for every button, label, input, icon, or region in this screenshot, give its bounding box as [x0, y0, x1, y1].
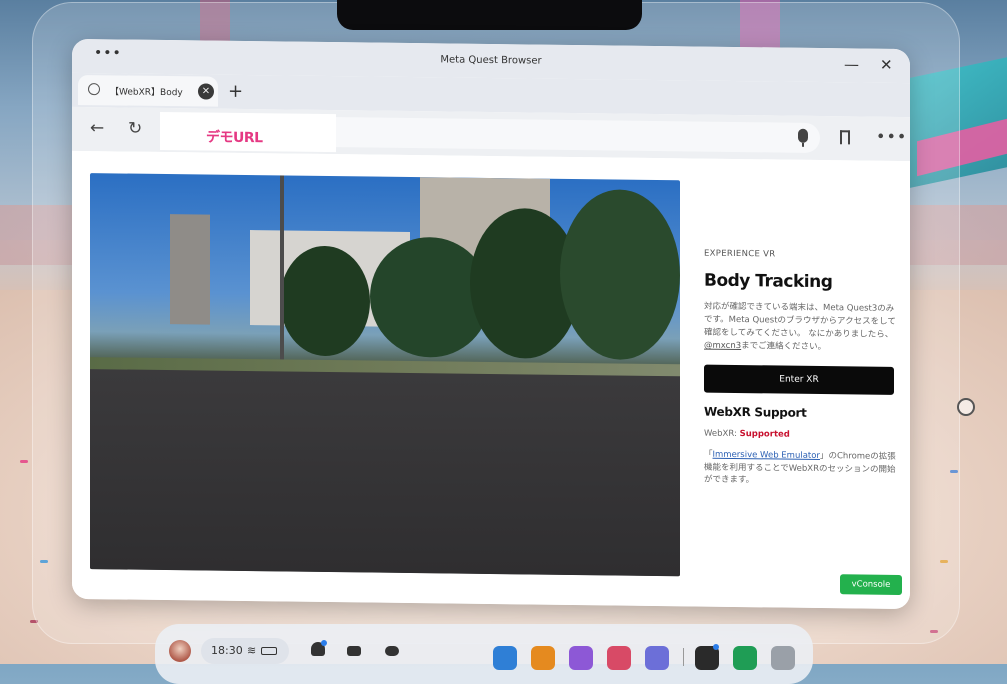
app-icon[interactable]: [493, 646, 517, 670]
clock: 18:30: [211, 644, 243, 657]
back-arrow-icon[interactable]: ←: [90, 118, 104, 138]
tab-webxr-body[interactable]: 【WebXR】Body ×: [78, 74, 218, 107]
emulator-link[interactable]: Immersive Web Emulator: [713, 450, 820, 461]
wifi-icon: ≋: [247, 644, 257, 657]
video-road: [90, 369, 680, 577]
vconsole-button[interactable]: vConsole: [840, 574, 902, 596]
plus-icon[interactable]: +: [228, 81, 243, 102]
store-icon[interactable]: [531, 646, 555, 670]
browser-window: ••• Meta Quest Browser — ✕ 【WebXR】Body ×…: [72, 38, 910, 610]
confetti: [20, 460, 28, 463]
globe-icon: [88, 83, 100, 96]
note-open: 「: [704, 449, 713, 460]
people-icon[interactable]: [645, 646, 669, 670]
quest-taskbar: 18:30 ≋: [155, 624, 813, 684]
demo-url-label: デモURL: [206, 129, 263, 147]
notification-dot: [321, 640, 327, 646]
window-title: Meta Quest Browser: [440, 54, 542, 67]
camera-icon[interactable]: [607, 646, 631, 670]
video-building: [170, 214, 210, 325]
contact-link[interactable]: @mxcn3: [704, 341, 741, 351]
experience-panel: EXPERIENCE VR Body Tracking 対応が確認できている端末…: [704, 249, 900, 489]
support-label: WebXR:: [704, 428, 740, 440]
settings-app-icon[interactable]: [771, 646, 795, 670]
webxr-support-heading: WebXR Support: [704, 404, 807, 420]
description-tail: までご連絡ください。: [741, 341, 827, 353]
page-content: EXPERIENCE VR Body Tracking 対応が確認できている端末…: [72, 150, 910, 610]
status-pill[interactable]: 18:30 ≋: [201, 638, 289, 664]
webxr-support-status: WebXR: Supported: [704, 429, 900, 441]
status-badge: Supported: [739, 429, 790, 440]
passthrough-video: [90, 173, 680, 577]
tv-icon[interactable]: [347, 646, 361, 656]
video-pole: [280, 175, 284, 366]
notification-dot: [713, 644, 719, 650]
close-window-icon[interactable]: ✕: [880, 56, 893, 74]
enter-xr-button[interactable]: Enter XR: [704, 364, 894, 395]
avatar[interactable]: [169, 640, 191, 662]
microphone-stem: [802, 142, 804, 147]
shop-icon[interactable]: [733, 646, 757, 670]
emulator-note: 「Immersive Web Emulator」のChromeの拡張機能を利用す…: [704, 449, 900, 489]
microphone-icon[interactable]: [798, 128, 808, 143]
apps-grid-icon[interactable]: [569, 646, 593, 670]
bookmark-icon[interactable]: [840, 130, 850, 145]
description: 対応が確認できている端末は、Meta Quest3のみです。Meta Quest…: [704, 301, 900, 355]
more-icon[interactable]: •••: [876, 127, 907, 146]
minimize-icon[interactable]: —: [844, 55, 859, 73]
battery-icon: [261, 647, 277, 655]
reload-icon[interactable]: ↻: [128, 119, 142, 139]
headset-notch: [337, 0, 642, 30]
page-title: Body Tracking: [704, 270, 833, 293]
taskbar-separator: [683, 648, 684, 666]
experience-eyebrow: EXPERIENCE VR: [704, 248, 776, 260]
window-resize-handle[interactable]: [957, 398, 975, 416]
video-tree: [280, 245, 370, 357]
headset-icon[interactable]: [385, 646, 399, 656]
tab-title: 【WebXR】Body: [110, 87, 183, 99]
video-tree: [560, 188, 680, 361]
close-icon[interactable]: ×: [198, 83, 214, 100]
description-text: 対応が確認できている端末は、Meta Quest3のみです。Meta Quest…: [704, 301, 896, 340]
